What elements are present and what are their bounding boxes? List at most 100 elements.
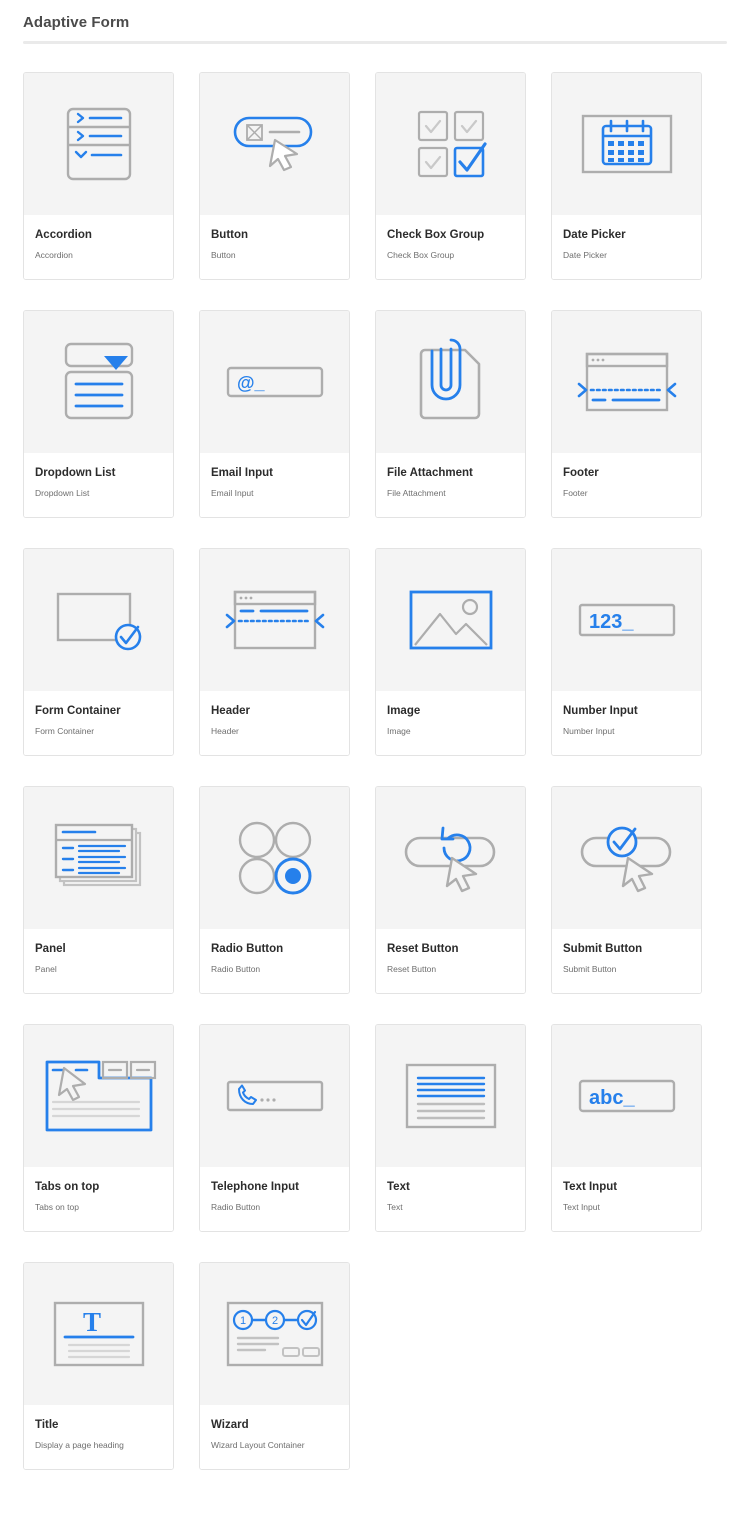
component-card-file-attachment[interactable]: File Attachment File Attachment bbox=[375, 309, 526, 518]
component-card-reset-button[interactable]: Reset Button Reset Button bbox=[375, 785, 526, 994]
component-name: Dropdown List bbox=[35, 466, 116, 479]
component-card-radio-button[interactable]: Radio Button Radio Button bbox=[199, 785, 350, 994]
component-description: Form Container bbox=[35, 725, 95, 736]
card-body: Email Input Email Input bbox=[200, 452, 349, 517]
component-name: Footer bbox=[563, 466, 599, 479]
card-body: Form Container Form Container bbox=[24, 690, 173, 755]
component-description: Radio Button bbox=[211, 963, 261, 974]
card-body: Accordion Accordion bbox=[24, 215, 173, 279]
footer-icon bbox=[552, 310, 701, 453]
component-name: Tabs on top bbox=[35, 1180, 100, 1193]
component-name: Email Input bbox=[211, 466, 273, 479]
component-description: Number Input bbox=[563, 725, 615, 736]
component-name: Check Box Group bbox=[387, 229, 485, 241]
card-body: Date Picker Date Picker bbox=[552, 215, 701, 279]
accordion-icon bbox=[24, 73, 173, 215]
card-body: Image Image bbox=[376, 690, 525, 755]
component-card-panel[interactable]: Panel Panel bbox=[23, 785, 174, 994]
component-description: Panel bbox=[35, 963, 57, 974]
component-card-telephone-input[interactable]: Telephone Input Radio Button bbox=[199, 1023, 350, 1232]
component-card-button[interactable]: Button Button bbox=[199, 72, 350, 280]
component-name: Accordion bbox=[35, 229, 92, 241]
component-description: Email Input bbox=[211, 487, 254, 498]
component-card-title[interactable]: T Title Display a page heading bbox=[23, 1261, 174, 1470]
component-card-form-container[interactable]: Form Container Form Container bbox=[23, 547, 174, 756]
component-description: Submit Button bbox=[563, 963, 617, 974]
component-card-submit-button[interactable]: Submit Button Submit Button bbox=[551, 785, 702, 994]
component-card-footer[interactable]: Footer Footer bbox=[551, 309, 702, 518]
header-icon bbox=[200, 548, 349, 691]
card-body: File Attachment File Attachment bbox=[376, 452, 525, 517]
component-card-text-input[interactable]: abc_ Text Input Text Input bbox=[551, 1023, 702, 1232]
component-card-header[interactable]: Header Header bbox=[199, 547, 350, 756]
card-body: Wizard Wizard Layout Container bbox=[200, 1404, 349, 1469]
component-card-grid: Accordion Accordion Button Button Check … bbox=[0, 44, 750, 1498]
email-input-glyph: @_ bbox=[237, 373, 266, 393]
card-body: Submit Button Submit Button bbox=[552, 928, 701, 993]
image-icon bbox=[376, 548, 525, 691]
component-description: Tabs on top bbox=[35, 1201, 79, 1212]
text-input-icon: abc_ bbox=[552, 1024, 701, 1167]
component-card-email-input[interactable]: @_ Email Input Email Input bbox=[199, 309, 350, 518]
component-name: Form Container bbox=[35, 704, 121, 717]
component-description: Wizard Layout Container bbox=[211, 1439, 305, 1450]
wizard-step-2-label: 2 bbox=[271, 1315, 277, 1327]
component-card-text[interactable]: Text Text bbox=[375, 1023, 526, 1232]
component-description: Display a page heading bbox=[35, 1439, 124, 1450]
card-body: Reset Button Reset Button bbox=[376, 928, 525, 993]
submit-button-icon bbox=[552, 786, 701, 929]
component-description: Date Picker bbox=[563, 249, 607, 260]
title-icon: T bbox=[24, 1262, 173, 1405]
text-icon bbox=[376, 1024, 525, 1167]
card-body: Header Header bbox=[200, 690, 349, 755]
component-name: Image bbox=[387, 704, 421, 717]
wizard-step-1-label: 1 bbox=[239, 1315, 245, 1327]
component-description: Header bbox=[211, 725, 239, 736]
page-title: Adaptive Form bbox=[23, 14, 130, 31]
number-input-icon: 123_ bbox=[552, 548, 701, 691]
card-body: Tabs on top Tabs on top bbox=[24, 1166, 173, 1231]
title-glyph: T bbox=[83, 1307, 101, 1337]
component-description: Image bbox=[387, 725, 411, 736]
component-description: Dropdown List bbox=[35, 487, 90, 498]
card-body: Check Box Group Check Box Group bbox=[376, 215, 525, 279]
component-card-accordion[interactable]: Accordion Accordion bbox=[23, 72, 174, 280]
component-description: File Attachment bbox=[387, 487, 446, 498]
adaptive-form-component-gallery: Adaptive Form Accordion Accordion Button… bbox=[0, 0, 750, 1498]
component-description: Text bbox=[387, 1201, 403, 1212]
component-name: Radio Button bbox=[211, 942, 284, 955]
component-card-date-picker[interactable]: Date Picker Date Picker bbox=[551, 72, 702, 280]
file-attachment-icon bbox=[376, 310, 525, 453]
tabs-on-top-icon bbox=[24, 1024, 173, 1167]
component-description: Radio Button bbox=[211, 1201, 261, 1212]
component-card-image[interactable]: Image Image bbox=[375, 547, 526, 756]
telephone-input-icon bbox=[200, 1024, 349, 1167]
email-input-icon: @_ bbox=[200, 310, 349, 453]
component-name: Button bbox=[211, 229, 249, 241]
component-name: Telephone Input bbox=[211, 1180, 299, 1193]
component-description: Button bbox=[211, 249, 236, 260]
component-card-number-input[interactable]: 123_ Number Input Number Input bbox=[551, 547, 702, 756]
component-card-wizard[interactable]: 1 2 Wizard Wizard Layout Container bbox=[199, 1261, 350, 1470]
component-card-check-box-group[interactable]: Check Box Group Check Box Group bbox=[375, 72, 526, 280]
card-body: Panel Panel bbox=[24, 928, 173, 993]
component-name: Title bbox=[35, 1418, 59, 1431]
component-card-dropdown-list[interactable]: Dropdown List Dropdown List bbox=[23, 309, 174, 518]
component-name: Header bbox=[211, 704, 250, 717]
component-name: Date Picker bbox=[563, 229, 626, 241]
component-description: Reset Button bbox=[387, 963, 437, 974]
button-icon bbox=[200, 73, 349, 215]
card-body: Number Input Number Input bbox=[552, 690, 701, 755]
component-card-tabs-on-top[interactable]: Tabs on top Tabs on top bbox=[23, 1023, 174, 1232]
component-description: Text Input bbox=[563, 1201, 600, 1212]
card-body: Text Input Text Input bbox=[552, 1166, 701, 1231]
component-name: Panel bbox=[35, 942, 66, 955]
text-input-glyph: abc_ bbox=[589, 1087, 635, 1109]
component-description: Footer bbox=[563, 487, 588, 498]
component-name: Text bbox=[387, 1180, 410, 1193]
panel-icon bbox=[24, 786, 173, 929]
form-container-icon bbox=[24, 548, 173, 691]
card-body: Telephone Input Radio Button bbox=[200, 1166, 349, 1231]
component-name: Reset Button bbox=[387, 942, 459, 955]
radio-button-icon bbox=[200, 786, 349, 929]
